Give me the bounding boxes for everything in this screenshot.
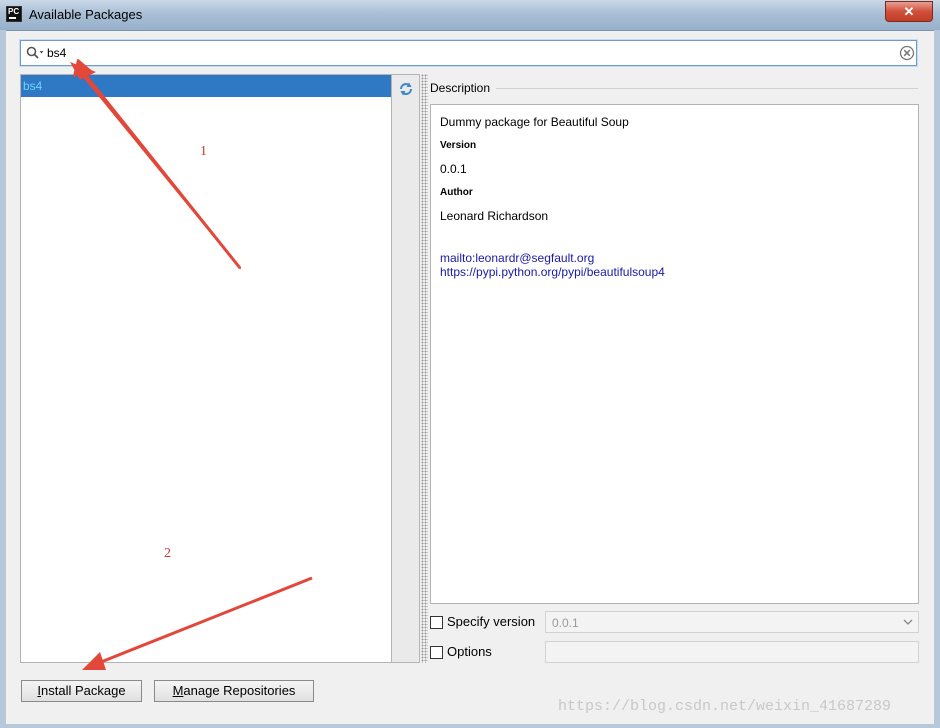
search-input[interactable] [47, 44, 887, 62]
install-package-button[interactable]: Install Package [21, 680, 142, 702]
app-icon-text: PC [8, 7, 20, 16]
specify-version-label: Specify version [447, 614, 536, 629]
package-list-item[interactable]: bs4 [21, 75, 391, 97]
version-value: 0.0.1 [440, 162, 467, 176]
reload-icon[interactable] [397, 80, 415, 98]
description-heading: Description [430, 81, 491, 95]
pycharm-app-icon: PC [6, 6, 22, 22]
author-label: Author [440, 187, 473, 198]
specify-version-checkbox[interactable] [430, 616, 443, 629]
window-frame-bottom [0, 724, 940, 728]
search-icon[interactable] [25, 45, 45, 61]
window-title: Available Packages [29, 7, 143, 22]
close-window-button[interactable]: ✕ [885, 1, 933, 22]
package-list[interactable]: bs4 [20, 74, 392, 663]
version-select[interactable]: 0.0.1 [545, 611, 919, 633]
search-box[interactable] [20, 40, 917, 66]
chevron-down-icon [903, 619, 913, 625]
options-label: Options [447, 644, 492, 659]
options-checkbox[interactable] [430, 646, 443, 659]
panel-splitter[interactable] [421, 74, 428, 663]
description-panel: Dummy package for Beautiful Soup Version… [430, 104, 919, 604]
description-divider [496, 88, 918, 89]
author-value: Leonard Richardson [440, 209, 549, 223]
close-icon: ✕ [903, 4, 915, 19]
window-frame-left [0, 30, 6, 728]
version-label: Version [440, 140, 477, 151]
clear-search-icon[interactable] [899, 45, 915, 61]
annotation-number-2: 2 [164, 546, 171, 561]
title-bar: PC Available Packages ✕ [0, 0, 940, 31]
package-list-toolbar [392, 74, 420, 663]
package-summary: Dummy package for Beautiful Soup [440, 115, 629, 129]
manage-repositories-button[interactable]: Manage Repositories [154, 680, 314, 702]
watermark: https://blog.csdn.net/weixin_41687289 [558, 698, 892, 715]
package-name: bs4 [23, 79, 43, 93]
options-input[interactable] [545, 641, 919, 663]
version-select-value: 0.0.1 [552, 616, 579, 630]
pypi-link[interactable]: https://pypi.python.org/pypi/beautifulso… [440, 265, 665, 279]
author-email-link[interactable]: mailto:leonardr@segfault.org [440, 251, 594, 265]
annotation-number-1: 1 [200, 144, 207, 159]
window-frame-right [934, 30, 940, 728]
